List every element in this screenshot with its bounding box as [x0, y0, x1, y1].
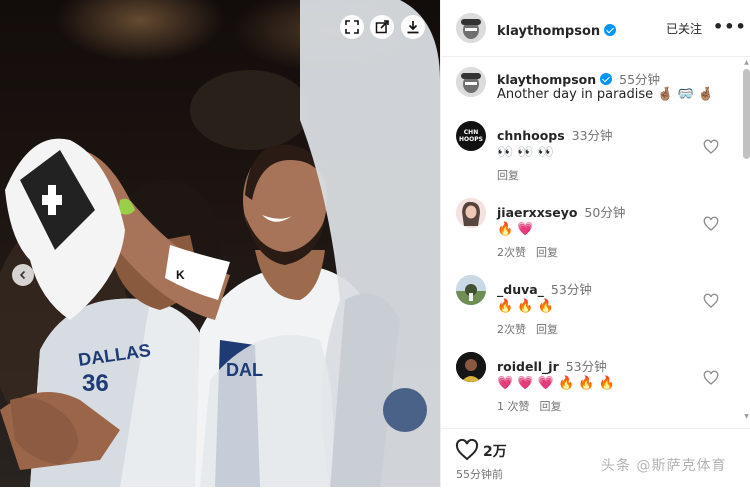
comment-text: 💗 💗 💗 🔥 🔥 🔥	[497, 376, 615, 391]
comment-meta: 回复	[497, 167, 519, 183]
caption-header: klaythompson 55分钟	[497, 69, 660, 88]
reply-button[interactable]: 回复	[497, 169, 519, 182]
comment-time: 53分钟	[550, 282, 592, 297]
reply-button[interactable]: 回复	[536, 246, 558, 259]
comment-time: 50分钟	[584, 205, 626, 220]
scrollbar-thumb[interactable]	[743, 69, 750, 159]
comment-username[interactable]: roidell_jr	[497, 359, 559, 374]
comment-likes[interactable]: 2次赞	[497, 246, 526, 259]
comment-likes[interactable]: 1 次赞	[497, 400, 530, 413]
comment-item: roidell_jr 53分钟 💗 💗 💗 🔥 🔥 🔥 1 次赞 回复	[441, 352, 741, 422]
comment-time: 53分钟	[565, 359, 607, 374]
comment-meta: 2次赞 回复	[497, 244, 558, 260]
download-button[interactable]	[401, 15, 425, 39]
photo-scene	[0, 0, 440, 487]
post-side-panel: klaythompson 已关注 ••• klaythompson 55分钟 A…	[440, 0, 750, 487]
comment-username[interactable]: _duva_	[497, 282, 544, 297]
jersey-text-right: DAL	[226, 360, 263, 380]
wristband-logo: K	[176, 268, 185, 282]
heart-icon[interactable]	[703, 216, 719, 232]
download-icon	[407, 21, 419, 34]
comment-avatar-image	[456, 198, 486, 228]
chevron-left-icon	[19, 270, 26, 280]
caption-time: 55分钟	[619, 72, 661, 87]
author-avatar-image	[456, 13, 486, 43]
open-external-icon	[375, 20, 389, 34]
comment-avatar[interactable]	[456, 352, 486, 382]
reply-button[interactable]: 回复	[540, 400, 562, 413]
follow-state-button[interactable]: 已关注	[666, 20, 702, 37]
post-header: klaythompson 已关注 •••	[441, 0, 750, 57]
comment-avatar[interactable]: CHN HOOPS	[456, 121, 486, 151]
comment-username[interactable]: jiaerxxseyo	[497, 205, 577, 220]
caption-avatar-image	[456, 67, 486, 97]
comment-header: _duva_ 53分钟	[497, 279, 592, 298]
heart-icon[interactable]	[703, 370, 719, 386]
like-heart-icon[interactable]	[455, 438, 479, 462]
comment-username[interactable]: chnhoops	[497, 128, 565, 143]
caption-username[interactable]: klaythompson	[497, 72, 596, 87]
reply-button[interactable]: 回复	[536, 323, 558, 336]
comments-list[interactable]: klaythompson 55分钟 Another day in paradis…	[441, 57, 741, 427]
comment-item: jiaerxxseyo 50分钟 🔥 💗 2次赞 回复	[441, 198, 741, 268]
watermark: 头条 @斯萨克体育	[601, 458, 727, 474]
comment-header: chnhoops 33分钟	[497, 125, 613, 144]
caption: klaythompson 55分钟 Another day in paradis…	[441, 67, 741, 111]
carousel-prev-button[interactable]	[12, 264, 34, 286]
fullscreen-icon	[345, 20, 359, 34]
author-name-wrap: klaythompson	[497, 20, 617, 39]
verified-badge-icon	[600, 73, 613, 85]
comment-meta: 1 次赞 回复	[497, 398, 562, 414]
comment-avatar-image	[456, 352, 486, 382]
comment-text: 👀 👀 👀	[497, 145, 554, 160]
verified-badge-icon	[604, 24, 617, 36]
post-time: 55分钟前	[456, 468, 503, 481]
scroll-down-arrow-icon[interactable]: ▼	[742, 413, 750, 420]
jersey-number-left: 36	[82, 370, 109, 397]
post-photo[interactable]: DALLAS 36 DAL K	[0, 0, 440, 487]
scroll-up-arrow-icon[interactable]: ▲	[742, 59, 750, 66]
fullscreen-button[interactable]	[340, 15, 364, 39]
likes-count[interactable]: 2万	[483, 441, 507, 461]
comment-text: 🔥 💗	[497, 222, 534, 237]
caption-text: Another day in paradise 🤞🏽 🥽 🤞🏽	[497, 87, 715, 102]
post-footer: 2万 55分钟前 头条 @斯萨克体育	[441, 428, 750, 488]
author-username[interactable]: klaythompson	[497, 24, 600, 39]
comment-avatar-image	[456, 275, 486, 305]
comment-header: jiaerxxseyo 50分钟	[497, 202, 625, 221]
comment-text: 🔥 🔥 🔥	[497, 299, 554, 314]
comment-item: _duva_ 53分钟 🔥 🔥 🔥 2次赞 回复	[441, 275, 741, 345]
heart-icon[interactable]	[703, 139, 719, 155]
more-options-icon[interactable]: •••	[713, 19, 747, 35]
caption-avatar[interactable]	[456, 67, 486, 97]
author-avatar[interactable]	[456, 13, 486, 43]
comment-header: roidell_jr 53分钟	[497, 356, 607, 375]
comment-meta: 2次赞 回复	[497, 321, 558, 337]
comment-likes[interactable]: 2次赞	[497, 323, 526, 336]
comment-time: 33分钟	[571, 128, 613, 143]
comment-avatar[interactable]	[456, 198, 486, 228]
comments-scrollbar[interactable]: ▲ ▼	[742, 57, 750, 427]
comment-item: CHN HOOPS chnhoops 33分钟 👀 👀 👀 回复	[441, 121, 741, 191]
comment-avatar[interactable]	[456, 275, 486, 305]
open-external-button[interactable]	[370, 15, 394, 39]
heart-icon[interactable]	[703, 293, 719, 309]
